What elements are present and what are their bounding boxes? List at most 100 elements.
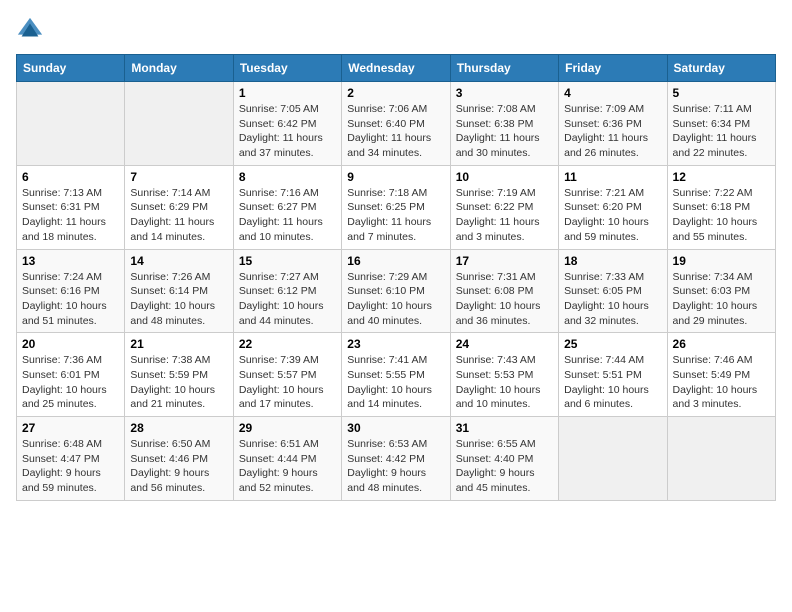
calendar-cell bbox=[125, 82, 233, 166]
day-number: 12 bbox=[673, 170, 770, 184]
calendar-cell: 25 Sunrise: 7:44 AM Sunset: 5:51 PM Dayli… bbox=[559, 333, 667, 417]
day-number: 13 bbox=[22, 254, 119, 268]
day-detail: Sunrise: 7:44 AM Sunset: 5:51 PM Dayligh… bbox=[564, 353, 661, 412]
calendar-cell: 18Sunrise: 7:33 AM Sunset: 6:05 PM Dayli… bbox=[559, 249, 667, 333]
calendar-cell: 8 Sunrise: 7:16 AM Sunset: 6:27 PM Daylig… bbox=[233, 165, 341, 249]
day-detail: Sunrise: 7:13 AM Sunset: 6:31 PM Dayligh… bbox=[22, 186, 119, 245]
day-number: 25 bbox=[564, 337, 661, 351]
calendar-cell: 5 Sunrise: 7:11 AM Sunset: 6:34 PM Daylig… bbox=[667, 82, 775, 166]
day-number: 6 bbox=[22, 170, 119, 184]
calendar-cell: 26 Sunrise: 7:46 AM Sunset: 5:49 PM Dayli… bbox=[667, 333, 775, 417]
day-number: 29 bbox=[239, 421, 336, 435]
day-number: 21 bbox=[130, 337, 227, 351]
column-header-wednesday: Wednesday bbox=[342, 55, 450, 82]
calendar-cell: 24 Sunrise: 7:43 AM Sunset: 5:53 PM Dayli… bbox=[450, 333, 558, 417]
calendar-cell: 2 Sunrise: 7:06 AM Sunset: 6:40 PM Daylig… bbox=[342, 82, 450, 166]
day-detail: Sunrise: 7:29 AM Sunset: 6:10 PM Dayligh… bbox=[347, 270, 444, 329]
day-number: 23 bbox=[347, 337, 444, 351]
day-number: 7 bbox=[130, 170, 227, 184]
day-number: 30 bbox=[347, 421, 444, 435]
calendar-cell: 3 Sunrise: 7:08 AM Sunset: 6:38 PM Daylig… bbox=[450, 82, 558, 166]
calendar-cell: 9Sunrise: 7:18 AM Sunset: 6:25 PM Daylig… bbox=[342, 165, 450, 249]
day-number: 16 bbox=[347, 254, 444, 268]
page-header bbox=[16, 16, 776, 44]
calendar-week-2: 6 Sunrise: 7:13 AM Sunset: 6:31 PM Daylig… bbox=[17, 165, 776, 249]
day-detail: Sunrise: 7:24 AM Sunset: 6:16 PM Dayligh… bbox=[22, 270, 119, 329]
day-number: 24 bbox=[456, 337, 553, 351]
calendar-header: SundayMondayTuesdayWednesdayThursdayFrid… bbox=[17, 55, 776, 82]
day-number: 3 bbox=[456, 86, 553, 100]
day-detail: Sunrise: 7:36 AM Sunset: 6:01 PM Dayligh… bbox=[22, 353, 119, 412]
day-detail: Sunrise: 7:43 AM Sunset: 5:53 PM Dayligh… bbox=[456, 353, 553, 412]
calendar-cell bbox=[667, 417, 775, 501]
calendar-week-1: 1Sunrise: 7:05 AM Sunset: 6:42 PM Daylig… bbox=[17, 82, 776, 166]
calendar-cell: 31 Sunrise: 6:55 AM Sunset: 4:40 PM Dayli… bbox=[450, 417, 558, 501]
calendar-cell: 20Sunrise: 7:36 AM Sunset: 6:01 PM Dayli… bbox=[17, 333, 125, 417]
calendar-week-3: 13 Sunrise: 7:24 AM Sunset: 6:16 PM Dayli… bbox=[17, 249, 776, 333]
day-detail: Sunrise: 7:31 AM Sunset: 6:08 PM Dayligh… bbox=[456, 270, 553, 329]
calendar-cell: 28 Sunrise: 6:50 AM Sunset: 4:46 PM Dayli… bbox=[125, 417, 233, 501]
day-detail: Sunrise: 7:06 AM Sunset: 6:40 PM Dayligh… bbox=[347, 102, 444, 161]
day-detail: Sunrise: 7:41 AM Sunset: 5:55 PM Dayligh… bbox=[347, 353, 444, 412]
day-detail: Sunrise: 6:51 AM Sunset: 4:44 PM Dayligh… bbox=[239, 437, 336, 496]
calendar-cell: 7 Sunrise: 7:14 AM Sunset: 6:29 PM Daylig… bbox=[125, 165, 233, 249]
day-detail: Sunrise: 7:39 AM Sunset: 5:57 PM Dayligh… bbox=[239, 353, 336, 412]
day-number: 9 bbox=[347, 170, 444, 184]
day-detail: Sunrise: 7:21 AM Sunset: 6:20 PM Dayligh… bbox=[564, 186, 661, 245]
day-detail: Sunrise: 7:16 AM Sunset: 6:27 PM Dayligh… bbox=[239, 186, 336, 245]
day-number: 1 bbox=[239, 86, 336, 100]
day-detail: Sunrise: 6:48 AM Sunset: 4:47 PM Dayligh… bbox=[22, 437, 119, 496]
calendar-table: SundayMondayTuesdayWednesdayThursdayFrid… bbox=[16, 54, 776, 501]
calendar-cell: 13 Sunrise: 7:24 AM Sunset: 6:16 PM Dayli… bbox=[17, 249, 125, 333]
day-number: 8 bbox=[239, 170, 336, 184]
calendar-cell: 4Sunrise: 7:09 AM Sunset: 6:36 PM Daylig… bbox=[559, 82, 667, 166]
calendar-cell: 22Sunrise: 7:39 AM Sunset: 5:57 PM Dayli… bbox=[233, 333, 341, 417]
calendar-cell: 23 Sunrise: 7:41 AM Sunset: 5:55 PM Dayli… bbox=[342, 333, 450, 417]
day-detail: Sunrise: 7:27 AM Sunset: 6:12 PM Dayligh… bbox=[239, 270, 336, 329]
day-detail: Sunrise: 6:50 AM Sunset: 4:46 PM Dayligh… bbox=[130, 437, 227, 496]
day-detail: Sunrise: 7:11 AM Sunset: 6:34 PM Dayligh… bbox=[673, 102, 770, 161]
day-detail: Sunrise: 7:19 AM Sunset: 6:22 PM Dayligh… bbox=[456, 186, 553, 245]
day-number: 17 bbox=[456, 254, 553, 268]
day-detail: Sunrise: 7:38 AM Sunset: 5:59 PM Dayligh… bbox=[130, 353, 227, 412]
column-header-friday: Friday bbox=[559, 55, 667, 82]
logo-icon bbox=[16, 16, 44, 44]
calendar-cell: 1Sunrise: 7:05 AM Sunset: 6:42 PM Daylig… bbox=[233, 82, 341, 166]
column-header-sunday: Sunday bbox=[17, 55, 125, 82]
calendar-cell: 14Sunrise: 7:26 AM Sunset: 6:14 PM Dayli… bbox=[125, 249, 233, 333]
header-row: SundayMondayTuesdayWednesdayThursdayFrid… bbox=[17, 55, 776, 82]
calendar-cell: 21 Sunrise: 7:38 AM Sunset: 5:59 PM Dayli… bbox=[125, 333, 233, 417]
day-number: 27 bbox=[22, 421, 119, 435]
day-number: 28 bbox=[130, 421, 227, 435]
calendar-cell: 27 Sunrise: 6:48 AM Sunset: 4:47 PM Dayli… bbox=[17, 417, 125, 501]
calendar-cell: 12 Sunrise: 7:22 AM Sunset: 6:18 PM Dayli… bbox=[667, 165, 775, 249]
day-number: 4 bbox=[564, 86, 661, 100]
day-detail: Sunrise: 7:14 AM Sunset: 6:29 PM Dayligh… bbox=[130, 186, 227, 245]
logo bbox=[16, 16, 48, 44]
day-number: 19 bbox=[673, 254, 770, 268]
day-detail: Sunrise: 7:46 AM Sunset: 5:49 PM Dayligh… bbox=[673, 353, 770, 412]
day-detail: Sunrise: 7:33 AM Sunset: 6:05 PM Dayligh… bbox=[564, 270, 661, 329]
column-header-monday: Monday bbox=[125, 55, 233, 82]
calendar-cell: 10Sunrise: 7:19 AM Sunset: 6:22 PM Dayli… bbox=[450, 165, 558, 249]
day-number: 11 bbox=[564, 170, 661, 184]
calendar-cell bbox=[559, 417, 667, 501]
column-header-tuesday: Tuesday bbox=[233, 55, 341, 82]
day-number: 26 bbox=[673, 337, 770, 351]
calendar-cell: 11 Sunrise: 7:21 AM Sunset: 6:20 PM Dayli… bbox=[559, 165, 667, 249]
calendar-cell bbox=[17, 82, 125, 166]
calendar-week-5: 27 Sunrise: 6:48 AM Sunset: 4:47 PM Dayli… bbox=[17, 417, 776, 501]
day-number: 14 bbox=[130, 254, 227, 268]
calendar-cell: 17 Sunrise: 7:31 AM Sunset: 6:08 PM Dayli… bbox=[450, 249, 558, 333]
calendar-cell: 15Sunrise: 7:27 AM Sunset: 6:12 PM Dayli… bbox=[233, 249, 341, 333]
day-number: 2 bbox=[347, 86, 444, 100]
day-detail: Sunrise: 6:55 AM Sunset: 4:40 PM Dayligh… bbox=[456, 437, 553, 496]
day-detail: Sunrise: 6:53 AM Sunset: 4:42 PM Dayligh… bbox=[347, 437, 444, 496]
day-detail: Sunrise: 7:08 AM Sunset: 6:38 PM Dayligh… bbox=[456, 102, 553, 161]
day-number: 5 bbox=[673, 86, 770, 100]
column-header-thursday: Thursday bbox=[450, 55, 558, 82]
day-number: 31 bbox=[456, 421, 553, 435]
calendar-week-4: 20Sunrise: 7:36 AM Sunset: 6:01 PM Dayli… bbox=[17, 333, 776, 417]
day-detail: Sunrise: 7:22 AM Sunset: 6:18 PM Dayligh… bbox=[673, 186, 770, 245]
calendar-cell: 30 Sunrise: 6:53 AM Sunset: 4:42 PM Dayli… bbox=[342, 417, 450, 501]
